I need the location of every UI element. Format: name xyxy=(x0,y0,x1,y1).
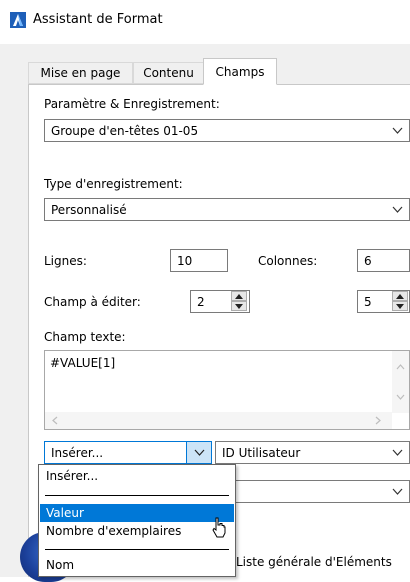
dropdown-separator xyxy=(45,495,229,496)
chevron-down-icon xyxy=(392,488,403,495)
cols-label: Colonnes: xyxy=(258,254,318,268)
scroll-arrows-icon xyxy=(396,364,405,400)
param-select[interactable]: Groupe d'en-têtes 01-05 xyxy=(44,119,410,142)
dropdown-separator xyxy=(45,549,229,550)
text-field-value: #VALUE[1] xyxy=(50,356,116,370)
app-icon xyxy=(10,12,26,28)
chevron-down-icon xyxy=(392,127,403,134)
tab-mise-en-page[interactable]: Mise en page xyxy=(28,62,133,84)
dropdown-item-nombre-exemplaires[interactable]: Nombre d'exemplaires xyxy=(40,522,234,540)
spin-up-button[interactable] xyxy=(231,291,247,301)
scroll-arrows-icon xyxy=(52,416,381,425)
spin-down-button[interactable] xyxy=(231,301,247,311)
cols-input[interactable]: 6 xyxy=(357,249,410,272)
edit-col-spinner[interactable] xyxy=(392,291,408,312)
spin-up-button[interactable] xyxy=(392,291,408,301)
window-title: Assistant de Format xyxy=(33,12,163,27)
id-select[interactable]: ID Utilisateur xyxy=(215,441,410,464)
edit-row-value: 2 xyxy=(197,294,205,309)
type-select[interactable]: Personnalisé xyxy=(44,198,410,221)
tab-contenu[interactable]: Contenu xyxy=(133,62,204,84)
param-select-value: Groupe d'en-têtes 01-05 xyxy=(51,123,199,138)
horizontal-scrollbar[interactable] xyxy=(45,412,392,429)
rows-input[interactable]: 10 xyxy=(170,249,228,272)
chevron-down-icon xyxy=(392,449,403,456)
rows-label: Lignes: xyxy=(44,254,87,268)
insert-dropdown-list: Insérer... Valeur Nombre d'exemplaires N… xyxy=(38,464,236,577)
insert-dropdown-button[interactable] xyxy=(186,441,212,464)
type-select-value: Personnalisé xyxy=(51,202,127,217)
edit-row-spinner[interactable] xyxy=(231,291,247,312)
hand-cursor-icon xyxy=(212,517,226,538)
secondary-select[interactable] xyxy=(215,480,410,503)
vertical-scrollbar[interactable] xyxy=(392,351,409,413)
arrow-up-icon xyxy=(235,294,243,299)
element-list-label: Liste générale d'Eléments xyxy=(236,555,392,569)
tab-champs[interactable]: Champs xyxy=(203,58,277,85)
arrow-down-icon xyxy=(235,304,243,309)
arrow-down-icon xyxy=(396,304,404,309)
param-label: Paramètre & Enregistrement: xyxy=(44,97,220,111)
dropdown-item-inserer[interactable]: Insérer... xyxy=(40,467,234,485)
type-label: Type d'enregistrement: xyxy=(44,177,183,191)
edit-field-label: Champ à éditer: xyxy=(44,295,141,309)
arrow-up-icon xyxy=(396,294,404,299)
text-field-label: Champ texte: xyxy=(44,330,126,344)
chevron-down-icon xyxy=(194,449,205,456)
dropdown-item-nom[interactable]: Nom xyxy=(40,556,234,574)
id-select-value: ID Utilisateur xyxy=(222,445,301,460)
dropdown-item-valeur[interactable]: Valeur xyxy=(40,504,234,522)
edit-col-value: 5 xyxy=(364,294,372,309)
chevron-down-icon xyxy=(392,206,403,213)
spin-down-button[interactable] xyxy=(392,301,408,311)
